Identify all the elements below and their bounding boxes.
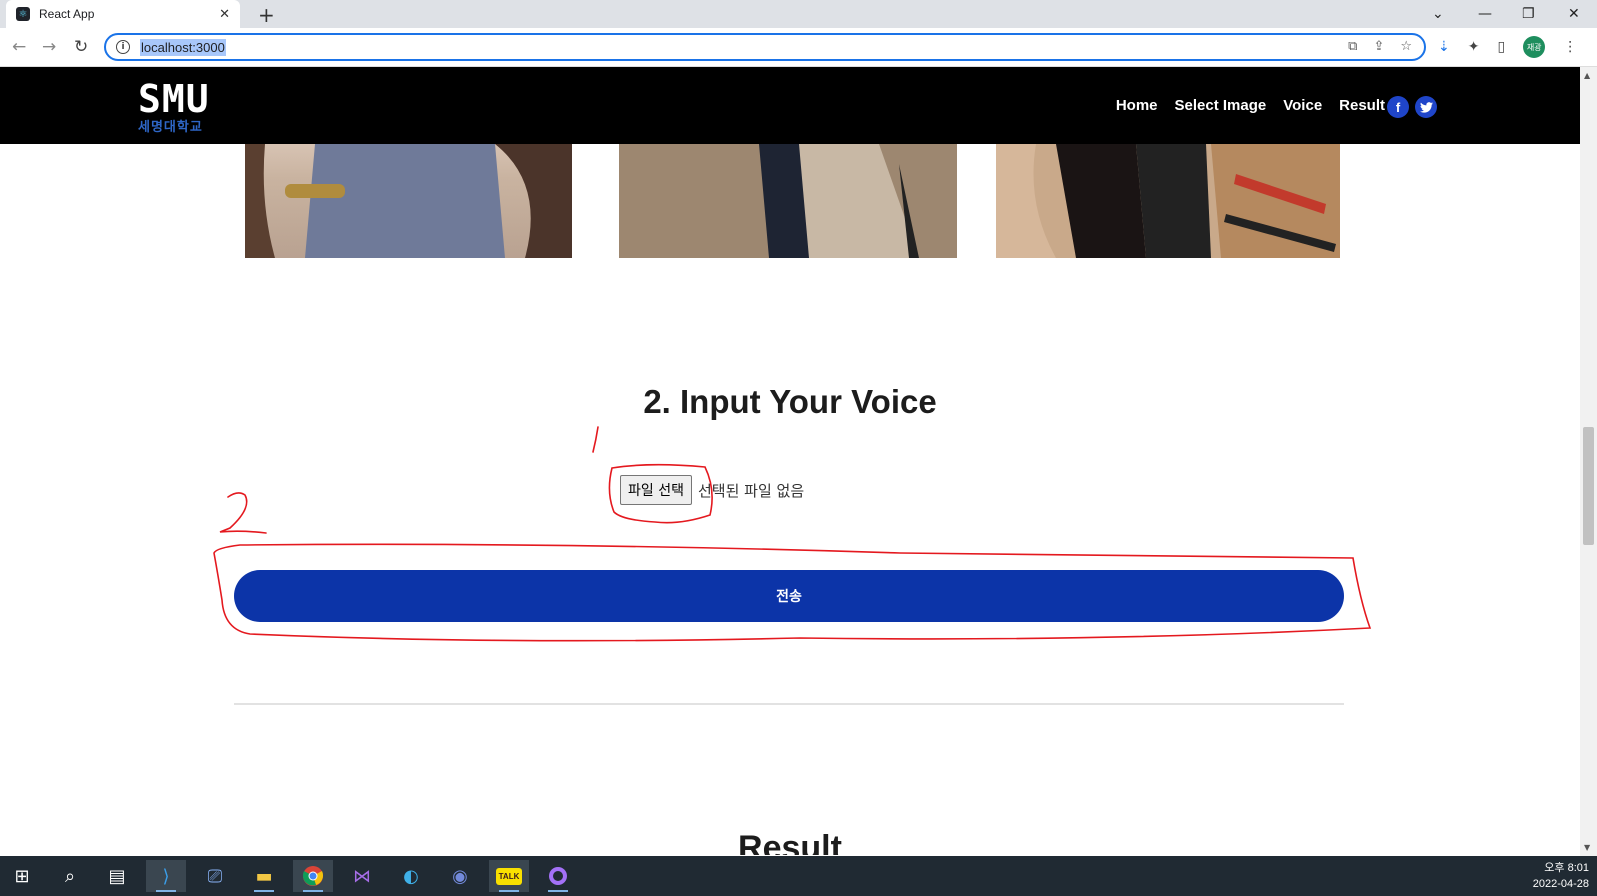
visual-studio-icon[interactable]: ⋈ [342,860,382,892]
logo-text: SMU [138,77,210,121]
windows-taskbar: ⊞ ⌕ ▤ ⟩ ⎚ ▬ ⋈ ◐ ◉ TALK 오후 8:01 2022-04-2… [0,856,1597,896]
page-scrollbar[interactable]: ▲ ▼ [1580,67,1597,856]
clock-date: 2022-04-28 [1532,878,1589,890]
system-clock[interactable]: 오후 8:01 2022-04-28 [1533,860,1589,892]
bookmark-star-icon[interactable]: ☆ [1400,39,1412,54]
choose-file-button[interactable]: 파일 선택 [620,475,692,505]
section-divider [234,703,1344,705]
scroll-thumb[interactable] [1583,427,1594,545]
annotation-label-1 [592,426,599,453]
tab-title: React App [39,7,95,21]
scroll-down-icon[interactable]: ▼ [1584,843,1590,852]
menu-kebab-icon[interactable]: ⋮ [1563,39,1577,55]
scroll-up-icon[interactable]: ▲ [1584,71,1590,80]
annotation-label-2 [219,492,267,534]
search-icon[interactable]: ⌕ [50,860,90,892]
share-icon[interactable]: ⇪ [1373,39,1384,54]
task-view-icon[interactable]: ▤ [97,860,137,892]
vscode-icon[interactable]: ⟩ [146,860,186,892]
file-input[interactable]: 파일 선택 선택된 파일 없음 [620,475,804,505]
translate-icon[interactable]: ⧉ [1348,39,1357,54]
kakaotalk-icon[interactable]: TALK [489,860,529,892]
gallery-image-2[interactable] [619,144,957,258]
nav-home[interactable]: Home [1116,97,1158,114]
minimize-button[interactable]: — [1478,0,1492,28]
facebook-icon[interactable]: f [1387,96,1409,118]
reload-icon[interactable]: ↻ [74,37,88,57]
github-desktop-icon[interactable] [538,860,578,892]
address-bar[interactable]: i localhost:3000 ⧉ ⇪ ☆ [104,33,1426,61]
voice-section-title: 2. Input Your Voice [643,383,937,420]
back-icon[interactable]: ← [12,37,26,57]
new-tab-button[interactable]: + [258,3,275,27]
main-nav: Home Select Image Voice Result [1116,97,1385,114]
restore-button[interactable]: ❐ [1522,0,1535,28]
extensions-puzzle-icon[interactable]: ✦ [1468,39,1480,55]
profile-avatar[interactable]: 재광 [1523,36,1546,58]
clock-time: 오후 8:01 [1544,862,1589,874]
gallery-image-1[interactable] [245,144,572,258]
remote-desktop-icon[interactable]: ⎚ [195,860,235,892]
browser-toolbar: ← → ↻ i localhost:3000 ⧉ ⇪ ☆ ⇣ ✦ ▯ 재광 ⋮ [0,28,1597,67]
nav-voice[interactable]: Voice [1283,97,1322,114]
discord-icon[interactable]: ◉ [440,860,480,892]
logo-subtext: 세명대학교 [138,120,203,135]
forward-icon[interactable]: → [42,37,56,57]
submit-button[interactable]: 전송 [234,570,1344,622]
close-tab-icon[interactable]: ✕ [219,7,230,22]
file-explorer-icon[interactable]: ▬ [244,860,284,892]
site-info-icon[interactable]: i [116,40,130,54]
url-text[interactable]: localhost:3000 [140,38,226,56]
windows-start-icon[interactable]: ⊞ [2,860,42,892]
edge-icon[interactable]: ◐ [391,860,431,892]
tab-search-icon[interactable]: ⌄ [1432,0,1444,28]
nav-select-image[interactable]: Select Image [1175,97,1267,114]
nav-result[interactable]: Result [1339,97,1385,114]
browser-tab[interactable]: ⚛ React App ✕ [6,0,240,28]
smu-logo[interactable]: SMU 세명대학교 [138,77,210,135]
tab-strip: ⚛ React App ✕ + ⌄ — ❐ ✕ [0,0,1597,28]
result-section-title: Result [738,829,842,855]
gallery-image-3[interactable] [996,144,1340,258]
twitter-icon[interactable] [1415,96,1437,118]
site-header: SMU 세명대학교 Home Select Image Voice Result… [0,67,1580,144]
close-window-button[interactable]: ✕ [1568,0,1580,28]
side-panel-icon[interactable]: ▯ [1497,39,1505,55]
extension-download-icon[interactable]: ⇣ [1438,39,1450,55]
file-status-text: 선택된 파일 없음 [697,481,805,500]
react-favicon-icon: ⚛ [16,7,30,21]
chrome-icon[interactable] [293,860,333,892]
